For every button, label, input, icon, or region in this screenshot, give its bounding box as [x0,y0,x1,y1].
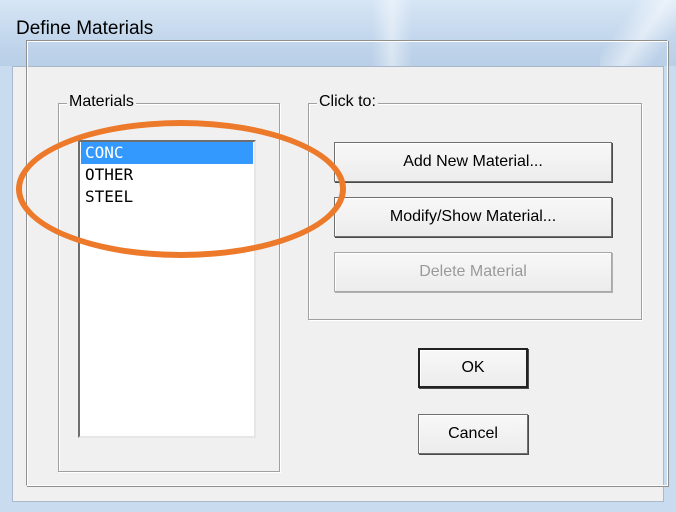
modify-show-material-button[interactable]: Modify/Show Material... [334,197,612,237]
list-item-other[interactable]: OTHER [81,164,253,186]
materials-listbox[interactable]: CONC OTHER STEEL [78,140,256,438]
ok-button[interactable]: OK [418,348,528,388]
cancel-button[interactable]: Cancel [418,414,528,454]
materials-group-label: Materials [67,93,136,111]
add-new-material-button[interactable]: Add New Material... [334,142,612,182]
delete-material-button[interactable]: Delete Material [334,252,612,292]
actions-group-label: Click to: [317,93,378,111]
list-item-steel[interactable]: STEEL [81,186,253,208]
window-title: Define Materials [16,18,154,39]
list-item-conc[interactable]: CONC [81,142,253,164]
